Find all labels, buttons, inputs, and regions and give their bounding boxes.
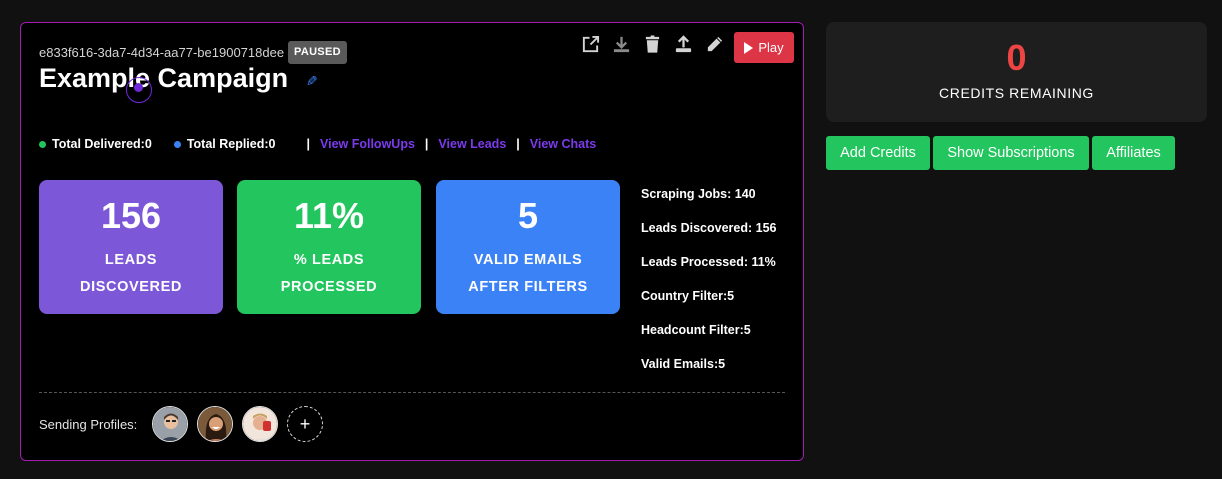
separator: | — [306, 137, 310, 151]
view-followups-link[interactable]: View FollowUps — [320, 137, 415, 151]
metric-label-line: AFTER FILTERS — [468, 279, 588, 295]
delivered-label: Total Delivered: — [52, 137, 145, 151]
sending-profiles-label: Sending Profiles: — [39, 417, 138, 432]
separator: | — [424, 137, 429, 151]
metric-card-leads-discovered: 156 LEADS DISCOVERED — [39, 180, 223, 314]
play-button[interactable]: Play — [734, 32, 794, 63]
replied-dot-icon — [173, 140, 181, 148]
total-replied: Total Replied: 0 — [173, 137, 276, 151]
add-profile-button[interactable]: + — [287, 406, 323, 442]
metric-label: VALID EMAILS AFTER FILTERS — [436, 247, 620, 301]
view-leads-link[interactable]: View Leads — [438, 137, 506, 151]
edit-title-icon[interactable]: ✎ — [306, 73, 318, 90]
metric-card-leads-processed: 11% % LEADS PROCESSED — [237, 180, 421, 314]
side-stats: Scraping Jobs: 140 Leads Discovered: 156… — [641, 185, 777, 389]
pencil-icon[interactable] — [703, 33, 725, 55]
status-badge: PAUSED — [288, 41, 347, 64]
external-link-icon[interactable] — [579, 33, 601, 55]
upload-icon[interactable] — [672, 33, 694, 55]
metric-card-valid-emails: 5 VALID EMAILS AFTER FILTERS — [436, 180, 620, 314]
divider — [39, 392, 785, 393]
metric-value: 156 — [100, 195, 162, 236]
credits-box: 0 CREDITS REMAINING — [826, 22, 1207, 122]
play-label: Play — [758, 40, 784, 55]
affiliates-button[interactable]: Affiliates — [1092, 136, 1175, 170]
replied-label: Total Replied: — [186, 137, 269, 151]
campaign-id: e833f616-3da7-4d34-aa77-be1900718dee — [39, 45, 285, 60]
toolbar — [579, 33, 725, 55]
view-chats-link[interactable]: View Chats — [530, 137, 596, 151]
scraping-jobs-stat: Scraping Jobs: 140 — [641, 187, 756, 201]
credits-label: CREDITS REMAINING — [939, 85, 1094, 101]
add-credits-button[interactable]: Add Credits — [826, 136, 930, 170]
metric-label-line: PROCESSED — [280, 279, 378, 295]
metric-label-line: DISCOVERED — [80, 279, 182, 295]
avatar[interactable] — [197, 406, 233, 442]
avatar[interactable] — [242, 406, 278, 442]
trash-icon[interactable] — [641, 33, 663, 55]
campaign-title: Example Campaign — [39, 63, 289, 93]
metric-label-line: VALID EMAILS — [473, 252, 583, 268]
metric-value: 5 — [517, 195, 539, 236]
delivered-value: 0 — [144, 137, 152, 151]
separator: | — [516, 137, 520, 151]
show-subscriptions-button[interactable]: Show Subscriptions — [933, 136, 1089, 170]
country-filter-stat: Country Filter:5 — [641, 289, 735, 303]
metric-value: 11% — [293, 195, 365, 236]
stats-row: Total Delivered: 0 Total Replied: 0 | Vi… — [39, 137, 596, 151]
valid-emails-stat: Valid Emails:5 — [641, 357, 726, 371]
campaign-card: e833f616-3da7-4d34-aa77-be1900718dee PAU… — [20, 22, 804, 461]
headcount-filter-stat: Headcount Filter:5 — [641, 323, 751, 337]
play-icon — [744, 41, 754, 54]
total-delivered: Total Delivered: 0 — [39, 137, 152, 151]
leads-processed-stat: Leads Processed: 11% — [641, 255, 776, 269]
download-icon[interactable] — [610, 33, 632, 55]
delivered-dot-icon — [39, 140, 46, 148]
metric-label: % LEADS PROCESSED — [237, 247, 421, 301]
leads-discovered-stat: Leads Discovered: 156 — [641, 221, 777, 235]
metric-label: LEADS DISCOVERED — [39, 247, 223, 301]
avatar[interactable] — [152, 406, 188, 442]
replied-value: 0 — [268, 137, 276, 151]
credits-value: 0 — [1006, 37, 1027, 78]
metric-label-line: % LEADS — [293, 252, 365, 268]
metric-label-line: LEADS — [104, 252, 158, 268]
cursor-dot — [134, 83, 143, 92]
